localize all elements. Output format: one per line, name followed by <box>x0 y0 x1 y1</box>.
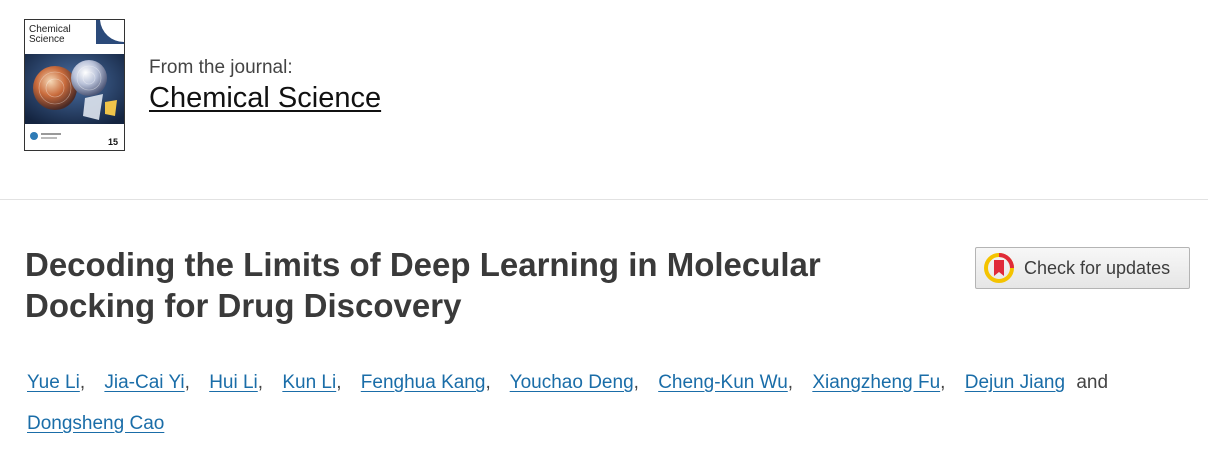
cover-title: Chemical Science <box>29 24 71 45</box>
author-link[interactable]: Xiangzheng Fu <box>812 372 940 393</box>
author-link[interactable]: Kun Li <box>282 372 336 393</box>
journal-header: Chemical Science 15 From the journal: Ch… <box>0 0 1208 200</box>
author-separator: , <box>336 372 342 393</box>
author-list: Yue Li, Jia-Cai Yi, Hui Li, Kun Li, Feng… <box>27 362 1137 444</box>
author-separator: , <box>79 372 86 393</box>
author-separator: , <box>787 372 794 393</box>
check-for-updates-button[interactable]: Check for updates <box>975 247 1190 289</box>
author-link[interactable]: Fenghua Kang <box>361 372 486 393</box>
cover-artwork <box>25 54 124 150</box>
author-link[interactable]: Hui Li <box>209 372 258 393</box>
bookmark-in-circle-icon <box>984 253 1014 283</box>
cover-corner-graphic <box>96 20 124 44</box>
article-title: Decoding the Limits of Deep Learning in … <box>25 246 821 324</box>
author-link[interactable]: Dejun Jiang <box>965 372 1065 393</box>
author-link[interactable]: Yue Li <box>27 372 80 393</box>
author-link[interactable]: Dongsheng Cao <box>27 413 164 434</box>
author-link[interactable]: Cheng-Kun Wu <box>658 372 788 393</box>
journal-name-link[interactable]: Chemical Science <box>149 82 381 115</box>
cover-issue-number: 15 <box>107 137 118 147</box>
author-separator: , <box>940 372 946 393</box>
author-link[interactable]: Jia-Cai Yi <box>104 372 184 393</box>
author-separator: , <box>485 372 491 393</box>
check-for-updates-label: Check for updates <box>1024 257 1171 278</box>
journal-cover-image[interactable]: Chemical Science 15 <box>24 19 125 151</box>
author-separator: , <box>184 372 190 393</box>
author-link[interactable]: Youchao Deng <box>510 372 634 393</box>
author-and-word: and <box>1076 372 1109 393</box>
from-journal-label: From the journal: <box>149 57 293 78</box>
author-separator: , <box>257 372 264 393</box>
author-separator: , <box>633 372 639 393</box>
